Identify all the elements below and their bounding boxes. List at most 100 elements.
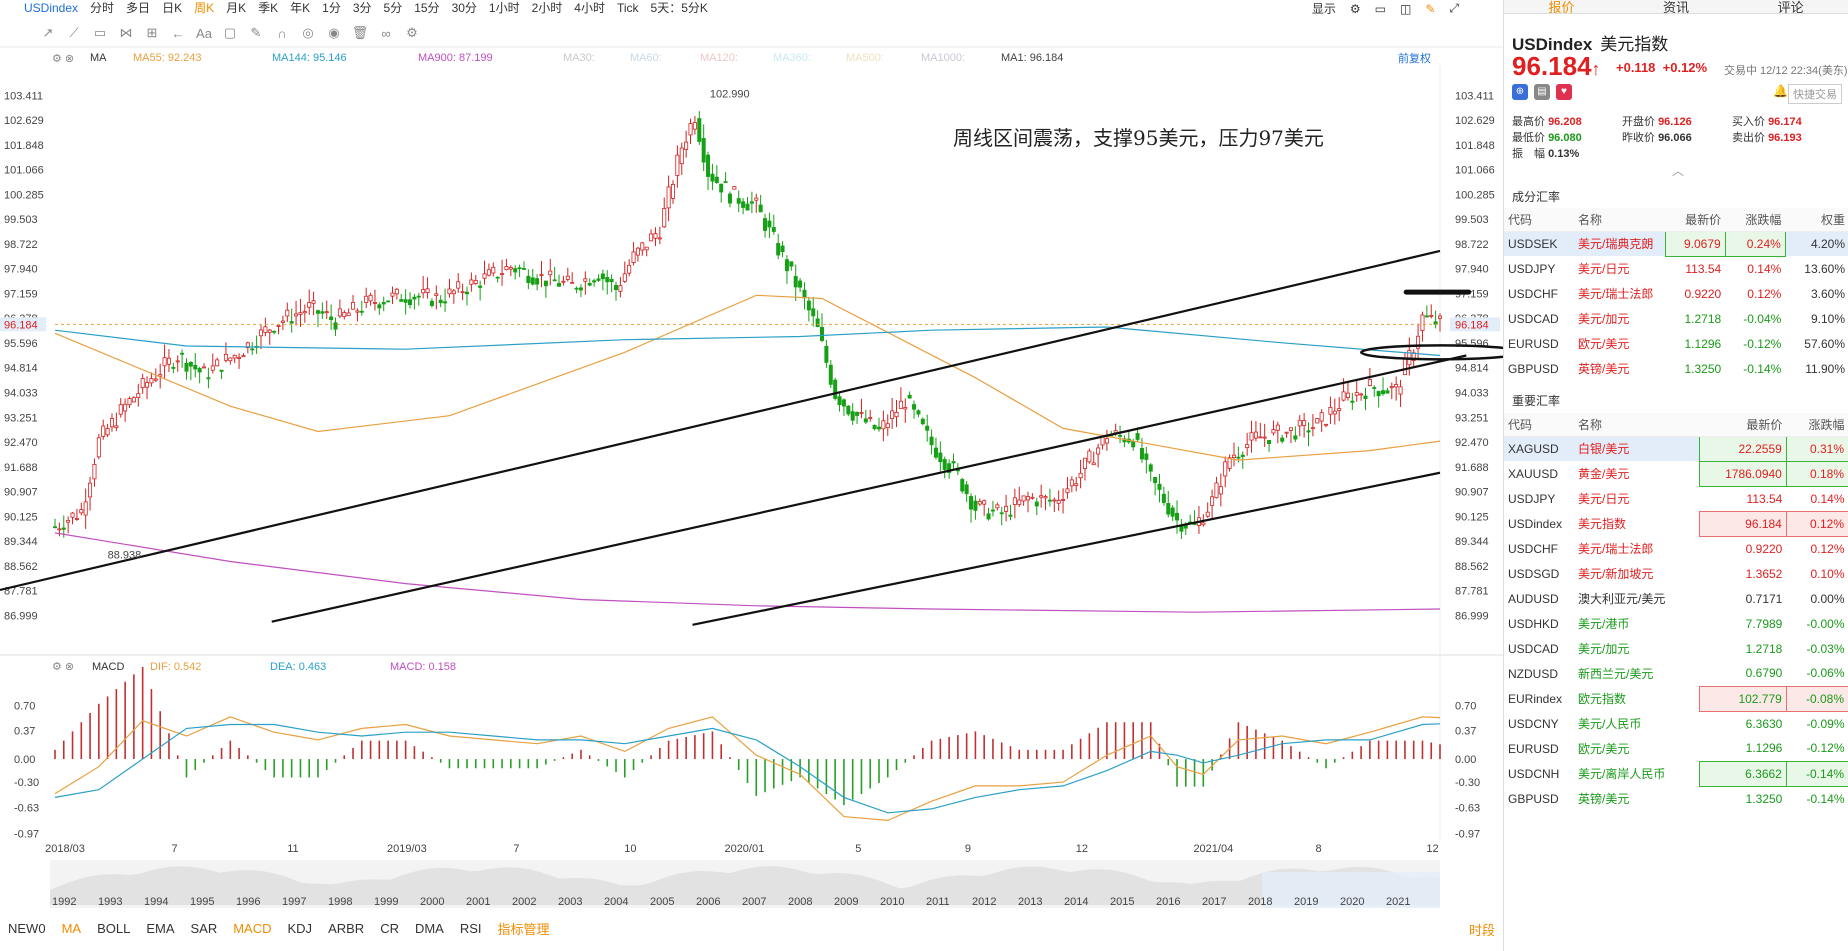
candle-body xyxy=(123,403,128,412)
table-row[interactable]: USDJPY 美元/日元 113.54 0.14% xyxy=(1504,486,1848,511)
candle-body xyxy=(1345,392,1350,398)
important-table: 代码 名称 最新价 涨跌幅 XAGUSD 白银/美元 22.2559 0.31% XAUUSD 黄… xyxy=(1504,413,1848,811)
table-row[interactable]: USDCAD 美元/加元 1.2718 -0.03% xyxy=(1504,636,1848,661)
candle-body xyxy=(1021,495,1026,502)
row-weight: 9.10% xyxy=(1810,311,1845,326)
candle-body xyxy=(876,426,881,430)
table-row[interactable]: NZDUSD 新西兰元/美元 0.6790 -0.06% xyxy=(1504,661,1848,686)
macd-y-tick-right: 0.00 xyxy=(1455,754,1476,766)
column-header: 权重 xyxy=(1785,208,1848,232)
table-row[interactable]: USDCNY 美元/人民币 6.3630 -0.09% xyxy=(1504,711,1848,736)
table-row[interactable]: USDSGD 美元/新加坡元 1.3652 0.10% xyxy=(1504,561,1848,586)
y-tick-left: 95.596 xyxy=(4,338,38,350)
candle-body xyxy=(267,329,272,333)
news-icon[interactable]: ▤ xyxy=(1534,84,1550,100)
indicator-tab[interactable]: SAR xyxy=(190,921,217,936)
table-row[interactable]: USDCNH 美元/离岸人民币 6.3662 -0.14% xyxy=(1504,760,1848,787)
candle-body xyxy=(263,326,268,333)
indicator-tab[interactable]: NEW0 xyxy=(8,921,46,936)
table-row[interactable]: EURUSD 欧元/美元 1.1296 -0.12% xyxy=(1504,736,1848,761)
candle-body xyxy=(74,518,79,520)
indicator-tab[interactable]: BOLL xyxy=(97,921,130,936)
candle-body xyxy=(1424,315,1429,318)
indicator-tab[interactable]: KDJ xyxy=(288,921,313,936)
table-row[interactable]: USDCAD 美元/加元 1.2718 -0.04% 9.10% xyxy=(1504,306,1848,331)
table-row[interactable]: XAUUSD 黄金/美元 1786.0940 0.18% xyxy=(1504,460,1848,487)
table-row[interactable]: GBPUSD 英镑/美元 1.3250 -0.14% xyxy=(1504,786,1848,811)
row-change: -0.14% xyxy=(1785,760,1848,787)
x-tick: 5 xyxy=(855,843,861,855)
candle-body xyxy=(723,181,728,183)
candle-body xyxy=(1047,499,1052,502)
candle-body xyxy=(394,288,399,295)
candle-body xyxy=(714,176,719,183)
x-tick: 11 xyxy=(287,843,298,855)
candle-body xyxy=(548,270,553,276)
indicator-tab[interactable]: RSI xyxy=(460,921,482,936)
table-row[interactable]: USDindex 美元指数 96.184 0.12% xyxy=(1504,510,1848,537)
stat-cell: 开盘价 96.126 xyxy=(1622,114,1732,130)
table-row[interactable]: USDCHF 美元/瑞士法郎 0.9220 0.12% 3.60% xyxy=(1504,281,1848,306)
candle-body xyxy=(1245,444,1250,448)
candle-body xyxy=(320,311,325,314)
row-price: 6.3662 xyxy=(1699,760,1787,787)
candle-body xyxy=(1131,441,1136,448)
table-row[interactable]: USDHKD 美元/港币 7.7989 -0.00% xyxy=(1504,611,1848,636)
candle-body xyxy=(653,233,658,239)
table-row[interactable]: USDCHF 美元/瑞士法郎 0.9220 0.12% xyxy=(1504,536,1848,561)
candle-body xyxy=(372,302,377,304)
indicator-tab[interactable]: 指标管理 xyxy=(498,919,550,938)
candle-body xyxy=(377,304,382,309)
table-row[interactable]: EURindex 欧元指数 102.779 -0.08% xyxy=(1504,685,1848,712)
candle-body xyxy=(614,284,619,291)
candle-body xyxy=(784,259,789,272)
row-name: 新西兰元/美元 xyxy=(1578,667,1654,681)
table-row[interactable]: USDSEK 美元/瑞典克朗 9.0679 0.24% 4.20% xyxy=(1504,230,1848,257)
candle-body xyxy=(1043,496,1048,499)
indicator-tab[interactable]: EMA xyxy=(146,921,174,936)
candle-body xyxy=(1262,436,1267,439)
favorite-icon[interactable]: ♥ xyxy=(1556,84,1572,100)
y-tick-left: 94.814 xyxy=(4,363,38,375)
stat-value: 96.066 xyxy=(1658,132,1692,144)
chart-canvas[interactable]: 103.411 103.411 102.629 102.629 101.848 101.8… xyxy=(0,0,1503,951)
row-change: 0.12% xyxy=(1747,286,1782,301)
change-value: +0.118 xyxy=(1616,60,1656,75)
collapse-chevron-icon[interactable]: ︿ xyxy=(1672,162,1684,179)
row-weight: 3.60% xyxy=(1810,286,1845,301)
indicator-tab[interactable]: ARBR xyxy=(328,921,364,936)
candle-body xyxy=(202,366,207,369)
session-button[interactable]: 时段 xyxy=(1469,920,1495,939)
quote-tab[interactable]: 报价 xyxy=(1504,0,1619,16)
macd-label: MACD: 0.158 xyxy=(390,661,456,673)
table-row[interactable]: USDJPY 美元/日元 113.54 0.14% 13.60% xyxy=(1504,256,1848,281)
indicator-tab[interactable]: MA xyxy=(62,921,82,936)
candle-body xyxy=(561,280,566,283)
row-price: 96.184 xyxy=(1699,510,1787,537)
channel-line xyxy=(692,471,1441,626)
indicator-tab[interactable]: DMA xyxy=(415,921,444,936)
candle-body xyxy=(1144,453,1149,460)
candle-body xyxy=(381,302,386,305)
table-row[interactable]: EURUSD 欧元/美元 1.1296 -0.12% 57.60% xyxy=(1504,331,1848,356)
row-name: 白银/美元 xyxy=(1578,442,1630,457)
alert-icon[interactable]: 🔔 xyxy=(1773,84,1788,98)
globe-icon[interactable]: ⊕ xyxy=(1512,84,1528,100)
quick-trade-button[interactable]: 快捷交易 xyxy=(1788,84,1842,104)
quote-tab[interactable]: 评论 xyxy=(1733,0,1848,16)
candle-body xyxy=(635,247,640,256)
overview-year: 2014 xyxy=(1064,896,1088,908)
indicator-tab[interactable]: MACD xyxy=(233,921,271,936)
quote-tab[interactable]: 资讯 xyxy=(1619,0,1734,16)
candle-body xyxy=(1337,408,1342,411)
table-row[interactable]: GBPUSD 英镑/美元 1.3250 -0.14% 11.90% xyxy=(1504,356,1848,381)
table-row[interactable]: AUDUSD 澳大利亚元/美元 0.7171 0.00% xyxy=(1504,586,1848,611)
candle-body xyxy=(1236,456,1241,459)
indicator-tab[interactable]: CR xyxy=(380,921,399,936)
candle-body xyxy=(916,410,921,415)
table-row[interactable]: XAGUSD 白银/美元 22.2559 0.31% xyxy=(1504,435,1848,462)
row-change: -0.14% xyxy=(1743,361,1782,376)
chart-area[interactable]: USDindex 分时 多日 日K 周K 月K 季K 年K 1分 3分 5分 15分 30分 1小时 2小… xyxy=(0,0,1503,951)
x-tick: 2021/04 xyxy=(1193,843,1233,855)
x-tick: 7 xyxy=(172,843,178,855)
